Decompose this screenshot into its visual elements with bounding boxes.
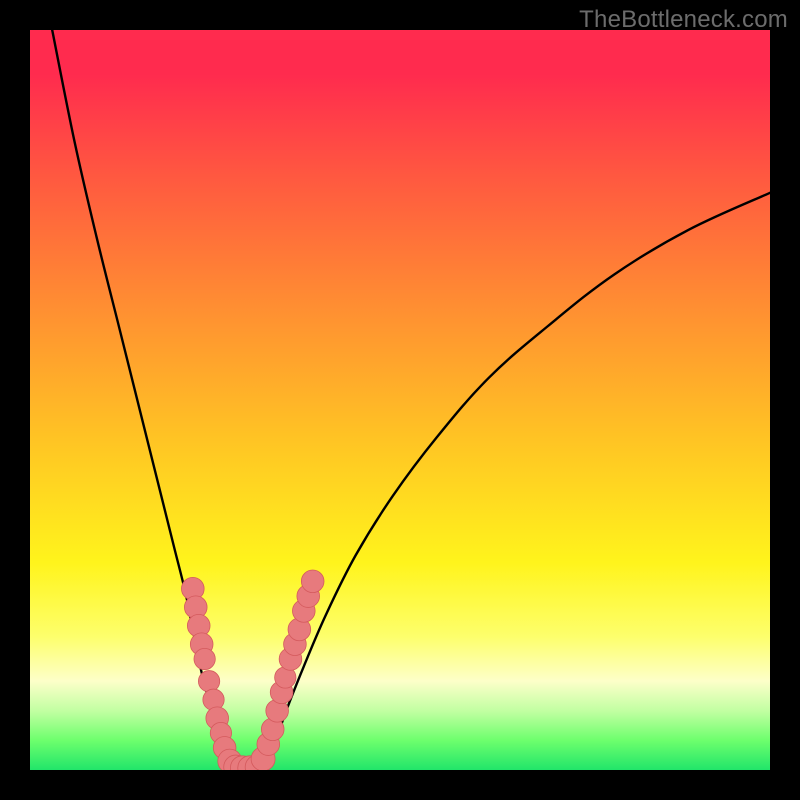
chart-frame: TheBottleneck.com bbox=[0, 0, 800, 800]
data-point bbox=[194, 648, 215, 669]
plot-area bbox=[30, 30, 770, 770]
data-point bbox=[198, 671, 219, 692]
data-point bbox=[301, 570, 324, 593]
curve-layer bbox=[30, 30, 770, 770]
watermark-text: TheBottleneck.com bbox=[579, 6, 788, 34]
right-curve bbox=[259, 193, 770, 768]
